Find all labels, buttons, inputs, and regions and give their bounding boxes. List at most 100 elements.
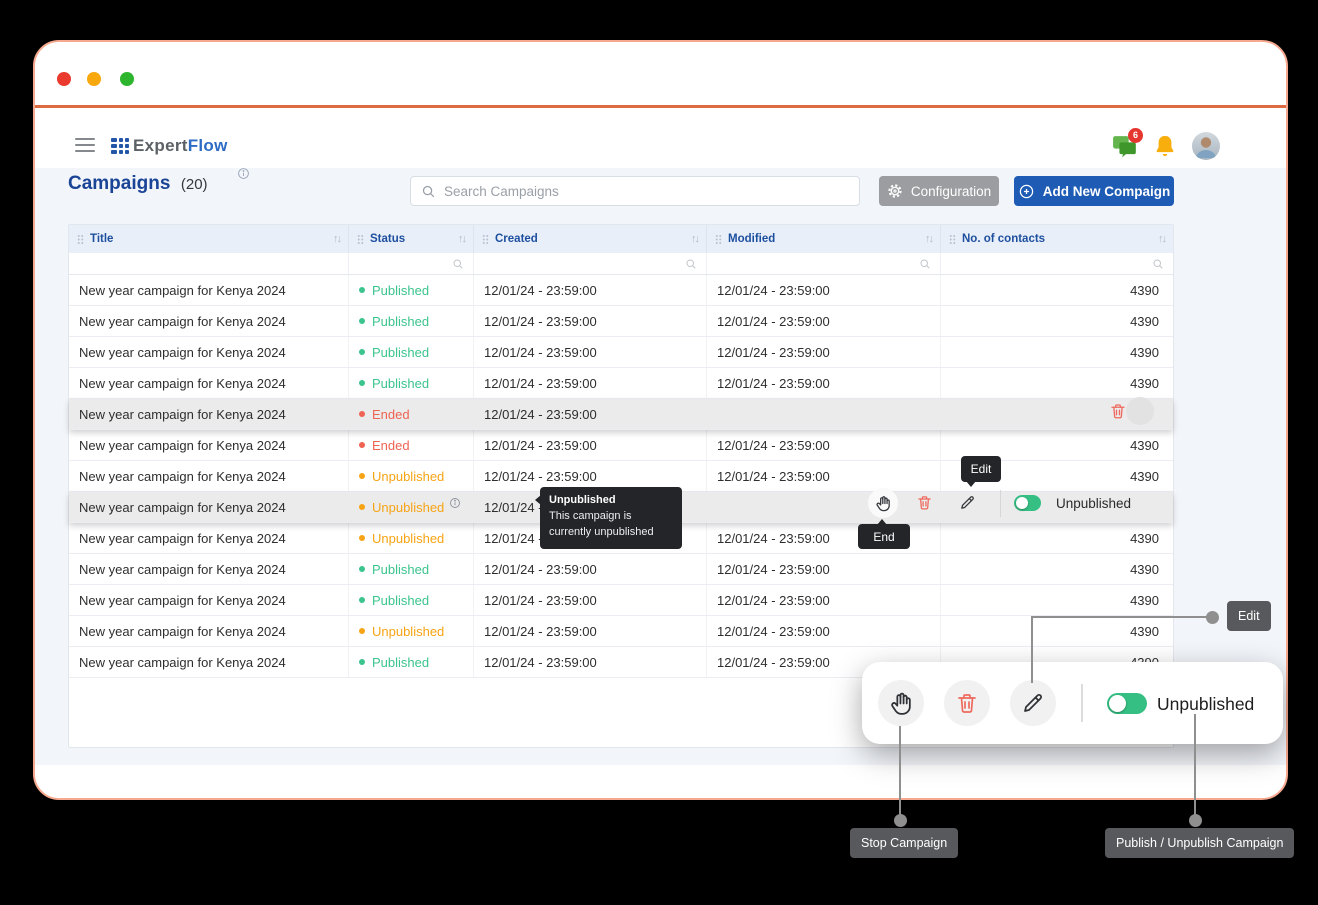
publish-connector-dot — [1189, 814, 1202, 827]
column-header-status[interactable]: Status ↑↓ — [348, 225, 473, 253]
stop-campaign-icon-button[interactable] — [878, 680, 924, 726]
filter-modified[interactable] — [706, 253, 940, 274]
sort-icon[interactable]: ↑↓ — [458, 233, 465, 245]
status-label: Published — [372, 593, 429, 608]
search-icon — [919, 258, 931, 270]
search-icon — [685, 258, 697, 270]
drag-handle-icon[interactable] — [482, 234, 489, 245]
cell-title: New year campaign for Kenya 2024 — [69, 492, 348, 522]
publish-toggle[interactable] — [1107, 693, 1147, 714]
sort-icon[interactable]: ↑↓ — [333, 233, 340, 245]
cell-title: New year campaign for Kenya 2024 — [69, 461, 348, 491]
status-dot — [359, 318, 365, 324]
status-dot — [359, 287, 365, 293]
hover-highlight-circle[interactable] — [1126, 397, 1154, 425]
status-label: Published — [372, 345, 429, 360]
sort-icon[interactable]: ↑↓ — [691, 233, 698, 245]
bell-icon[interactable] — [1152, 133, 1178, 159]
close-window-button[interactable] — [57, 72, 71, 86]
drag-handle-icon[interactable] — [715, 234, 722, 245]
edit-connector-line — [1031, 617, 1033, 683]
cell-contacts: 4390 — [940, 554, 1173, 584]
cell-modified: 12/01/24 - 23:59:00 — [706, 368, 940, 398]
search-input[interactable] — [444, 184, 849, 199]
column-header-contacts[interactable]: No. of contacts ↑↓ — [940, 225, 1173, 253]
cell-status: Unpublished — [348, 492, 473, 522]
cell-status: Unpublished — [348, 461, 473, 491]
status-info-icon[interactable] — [449, 497, 461, 509]
column-header-title[interactable]: Title ↑↓ — [69, 225, 348, 253]
cell-created: 12/01/24 - 23:59:00 — [473, 275, 706, 305]
hand-icon — [875, 495, 892, 512]
table-row[interactable]: New year campaign for Kenya 2024 Ended 1… — [69, 399, 1173, 430]
cell-title: New year campaign for Kenya 2024 — [69, 647, 348, 677]
table-row[interactable]: New year campaign for Kenya 2024 Ended 1… — [69, 430, 1173, 461]
drag-handle-icon[interactable] — [949, 234, 956, 245]
column-header-modified[interactable]: Modified ↑↓ — [706, 225, 940, 253]
edit-campaign-icon-button[interactable] — [1010, 680, 1056, 726]
titlebar-divider — [35, 105, 1286, 108]
status-label: Unpublished — [372, 531, 444, 546]
table-row[interactable]: New year campaign for Kenya 2024 Publish… — [69, 585, 1173, 616]
cell-status: Unpublished — [348, 616, 473, 646]
page-title: Campaigns — [68, 173, 170, 194]
menu-icon[interactable] — [75, 138, 95, 153]
cell-created: 12/01/24 - 23:59:00 — [473, 616, 706, 646]
table-row[interactable]: New year campaign for Kenya 2024 Publish… — [69, 554, 1173, 585]
cell-contacts: 4390 — [940, 523, 1173, 553]
status-label: Published — [372, 283, 429, 298]
publish-toggle[interactable] — [1014, 495, 1041, 511]
publish-annotation-label: Publish / Unpublish Campaign — [1105, 828, 1294, 858]
column-header-created[interactable]: Created ↑↓ — [473, 225, 706, 253]
tooltip-text: End — [873, 530, 894, 544]
table-header: Title ↑↓ Status ↑↓ Created ↑↓ Modified ↑… — [69, 225, 1173, 253]
cell-contacts: 4390 — [940, 337, 1173, 367]
delete-icon[interactable] — [1109, 402, 1127, 420]
drag-handle-icon[interactable] — [357, 234, 364, 245]
stop-campaign-icon-button[interactable] — [868, 488, 898, 518]
table-row[interactable]: New year campaign for Kenya 2024 Unpubli… — [69, 616, 1173, 647]
table-row[interactable]: New year campaign for Kenya 2024 Publish… — [69, 275, 1173, 306]
cell-contacts: 4390 — [940, 585, 1173, 615]
column-label: Title — [90, 233, 113, 245]
status-dot — [359, 628, 365, 634]
add-new-campaign-label: Add New Compaign — [1043, 184, 1171, 199]
table-row[interactable]: New year campaign for Kenya 2024 Publish… — [69, 368, 1173, 399]
configuration-button[interactable]: Configuration — [879, 176, 999, 206]
table-row[interactable]: New year campaign for Kenya 2024 Publish… — [69, 306, 1173, 337]
filter-title[interactable] — [69, 253, 348, 274]
cell-title: New year campaign for Kenya 2024 — [69, 368, 348, 398]
filter-status[interactable] — [348, 253, 473, 274]
avatar[interactable] — [1192, 132, 1220, 160]
cell-modified: 12/01/24 - 23:59:00 — [706, 616, 940, 646]
edit-connector-line — [1031, 616, 1211, 618]
cell-contacts: 4390 — [940, 368, 1173, 398]
cell-contacts: 4390 — [940, 306, 1173, 336]
add-new-campaign-button[interactable]: Add New Compaign — [1014, 176, 1174, 206]
status-dot — [359, 535, 365, 541]
status-dot — [359, 380, 365, 386]
status-label: Unpublished — [372, 500, 444, 515]
actions-callout-panel: Unpublished — [862, 662, 1283, 744]
delete-icon[interactable] — [916, 494, 933, 511]
minimize-window-button[interactable] — [87, 72, 101, 86]
sort-icon[interactable]: ↑↓ — [1158, 233, 1165, 245]
filter-created[interactable] — [473, 253, 706, 274]
cell-created: 12/01/24 - 23:59:00 — [473, 306, 706, 336]
filter-contacts[interactable] — [940, 253, 1173, 274]
stop-campaign-annotation-label: Stop Campaign — [850, 828, 958, 858]
status-dot — [359, 566, 365, 572]
status-dot — [359, 597, 365, 603]
messages-icon[interactable]: 6 — [1111, 133, 1138, 160]
cell-contacts: 4390 — [940, 275, 1173, 305]
cell-title: New year campaign for Kenya 2024 — [69, 554, 348, 584]
table-row[interactable]: New year campaign for Kenya 2024 Publish… — [69, 337, 1173, 368]
delete-campaign-icon-button[interactable] — [944, 680, 990, 726]
edit-pencil-icon[interactable] — [959, 494, 976, 511]
info-icon[interactable] — [237, 167, 250, 185]
toggle-state-label: Unpublished — [1056, 496, 1131, 511]
maximize-window-button[interactable] — [120, 72, 134, 86]
sort-icon[interactable]: ↑↓ — [925, 233, 932, 245]
cell-created: 12/01/24 - 23:59:00 — [473, 585, 706, 615]
drag-handle-icon[interactable] — [77, 234, 84, 245]
